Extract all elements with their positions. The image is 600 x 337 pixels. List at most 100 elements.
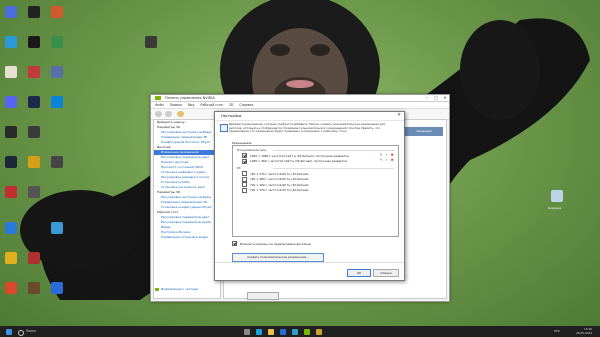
divider (273, 150, 394, 151)
desktop-app-icon[interactable] (51, 96, 63, 108)
resolution-actions: ✎ ✓ ✖ (380, 153, 395, 158)
desktop-app-icon[interactable] (28, 36, 40, 48)
menu-item[interactable]: Справка (239, 103, 253, 107)
language-indicator[interactable]: РУС (554, 329, 560, 333)
date: 26.05.2024 (575, 331, 592, 336)
desktop-app-icon[interactable] (51, 66, 63, 78)
sidebar-item[interactable]: Управление оттенками видео (154, 235, 220, 240)
pencil-icon[interactable]: ✎ (380, 153, 384, 158)
desktop-app-icon[interactable] (51, 282, 63, 294)
desktop-app-icon[interactable] (5, 222, 17, 234)
desktop-app-icon[interactable] (5, 36, 17, 48)
taskbar: Поиск РУС 13:26 26.05.2024 (0, 326, 600, 337)
recycle-bin-icon[interactable] (551, 190, 563, 202)
system-info-link[interactable]: Информация о системе (155, 287, 198, 291)
desktop-app-icon[interactable] (5, 156, 17, 168)
desktop-app-icon[interactable] (28, 96, 40, 108)
menu-item[interactable]: Рабочий стол (200, 103, 222, 107)
settings-dialog[interactable]: Настройки ✕ Выберите разрешения, которые… (214, 111, 405, 281)
details-button[interactable]: Сведения (405, 127, 443, 136)
resolution-label: 720 × 480 с частотой 60 Гц (32-битная) (250, 177, 309, 181)
desktop-app-icon[interactable] (5, 6, 17, 18)
store-icon[interactable] (280, 328, 286, 335)
window-title: Панель управления NVIDIA (165, 96, 215, 100)
checkbox[interactable] (242, 158, 247, 164)
checkbox[interactable] (242, 182, 247, 187)
menu-item[interactable]: Вид (188, 103, 194, 107)
resolution-label: 720 × 400 с частотой 60 Гц (32-битная) (250, 182, 309, 187)
menu-bar: Файл Правка Вид Рабочий стол 3D Справка (151, 102, 449, 109)
menu-item[interactable]: Правка (170, 103, 182, 107)
desktop-app-icon[interactable] (5, 252, 17, 264)
task-sidebar: Выберите задачу... Параметры 3D Регулиров… (153, 119, 221, 299)
search-icon[interactable] (18, 329, 24, 336)
close-icon[interactable]: ✕ (441, 95, 449, 101)
desktop-app-icon[interactable] (28, 126, 40, 138)
windows-start-icon[interactable] (6, 328, 12, 335)
resolution-item[interactable]: 720 × 576 с частотой 50 Гц (32-битная) (242, 187, 309, 193)
desktop-app-icon[interactable] (145, 36, 157, 48)
resolution-item[interactable]: 720 × 576 с частотой 60 Гц (32-битная) (242, 171, 309, 176)
minimize-icon[interactable]: – (423, 95, 431, 101)
resolution-label: 1280 × 960 с частотой 144 Гц (32-битная)… (250, 159, 347, 163)
clock[interactable]: 13:26 26.05.2024 (576, 327, 592, 335)
resolution-item[interactable]: 720 × 480 с частотой 60 Гц (32-битная) (242, 176, 309, 182)
desktop-app-icon[interactable] (5, 66, 17, 78)
desktop-app-icon[interactable] (28, 6, 40, 18)
desktop-app-icon[interactable] (5, 186, 17, 198)
show-all-modes-label: Включить режимы, не предлагаемые дисплее… (240, 241, 311, 246)
checkbox[interactable] (232, 241, 237, 246)
ok-button[interactable]: ОК (347, 269, 371, 277)
show-all-modes-checkbox[interactable]: Включить режимы, не предлагаемые дисплее… (232, 241, 311, 246)
create-custom-resolution-button[interactable]: Создать пользовательское разрешение... (232, 253, 324, 262)
divider (215, 262, 404, 263)
taskview-icon[interactable] (244, 328, 250, 335)
desktop-app-icon[interactable] (28, 282, 40, 294)
back-icon[interactable] (155, 111, 162, 117)
browser-icon[interactable] (256, 328, 262, 335)
forward-icon[interactable] (165, 111, 172, 117)
desktop-app-icon[interactable] (51, 156, 63, 168)
home-icon[interactable] (177, 111, 184, 117)
app-icon[interactable] (292, 328, 298, 335)
desktop-app-icon[interactable] (5, 282, 17, 294)
desktop-app-icon[interactable] (28, 186, 40, 198)
search-label[interactable]: Поиск (26, 329, 36, 333)
window-titlebar[interactable]: Панель управления NVIDIA – □ ✕ (151, 95, 449, 102)
delete-icon[interactable]: ✖ (391, 159, 395, 163)
resolution-group-label: PC (237, 166, 241, 170)
pencil-icon[interactable]: ✎ (380, 159, 384, 163)
dialog-title: Настройки (221, 114, 242, 118)
resolution-item[interactable]: 720 × 400 с частотой 60 Гц (32-битная) (242, 182, 309, 187)
checkbox[interactable] (242, 171, 247, 176)
cancel-button[interactable]: Отмена (373, 269, 399, 277)
checkbox[interactable] (242, 176, 247, 182)
dialog-titlebar[interactable]: Настройки ✕ (215, 112, 404, 121)
resolution-list[interactable]: Пользовательское 1920 × 1080 с частотой 1… (232, 145, 399, 237)
check-icon[interactable]: ✓ (385, 159, 389, 163)
nvidia-taskbar-icon[interactable] (304, 328, 310, 335)
checkbox[interactable] (242, 153, 247, 158)
desktop-app-icon[interactable] (28, 66, 40, 78)
maximize-icon[interactable]: □ (432, 95, 440, 101)
checkbox[interactable] (242, 187, 247, 193)
desktop-app-icon[interactable] (51, 6, 63, 18)
desktop-app-icon[interactable] (51, 36, 63, 48)
desktop-app-icon[interactable] (51, 222, 63, 234)
desktop-app-icon[interactable] (5, 96, 17, 108)
resolution-label: 720 × 576 с частотой 50 Гц (32-битная) (250, 188, 309, 192)
menu-item[interactable]: Файл (155, 103, 164, 107)
apply-button[interactable] (247, 292, 279, 300)
desktop-app-icon[interactable] (28, 252, 40, 264)
resolution-item[interactable]: 1280 × 960 с частотой 144 Гц (32-битная)… (242, 158, 347, 164)
menu-item[interactable]: 3D (229, 103, 233, 107)
desktop-app-icon[interactable] (28, 156, 40, 168)
close-icon[interactable]: ✕ (394, 112, 404, 120)
app-icon[interactable] (316, 328, 322, 335)
desktop-app-icon[interactable] (5, 126, 17, 138)
delete-icon[interactable]: ✖ (391, 153, 395, 158)
resolution-item[interactable]: 1920 × 1080 с частотой 144 Гц (32-битная… (242, 153, 349, 158)
check-icon[interactable]: ✓ (385, 153, 389, 158)
resolution-actions: ✎ ✓ ✖ (380, 159, 395, 164)
file-explorer-icon[interactable] (268, 328, 274, 335)
